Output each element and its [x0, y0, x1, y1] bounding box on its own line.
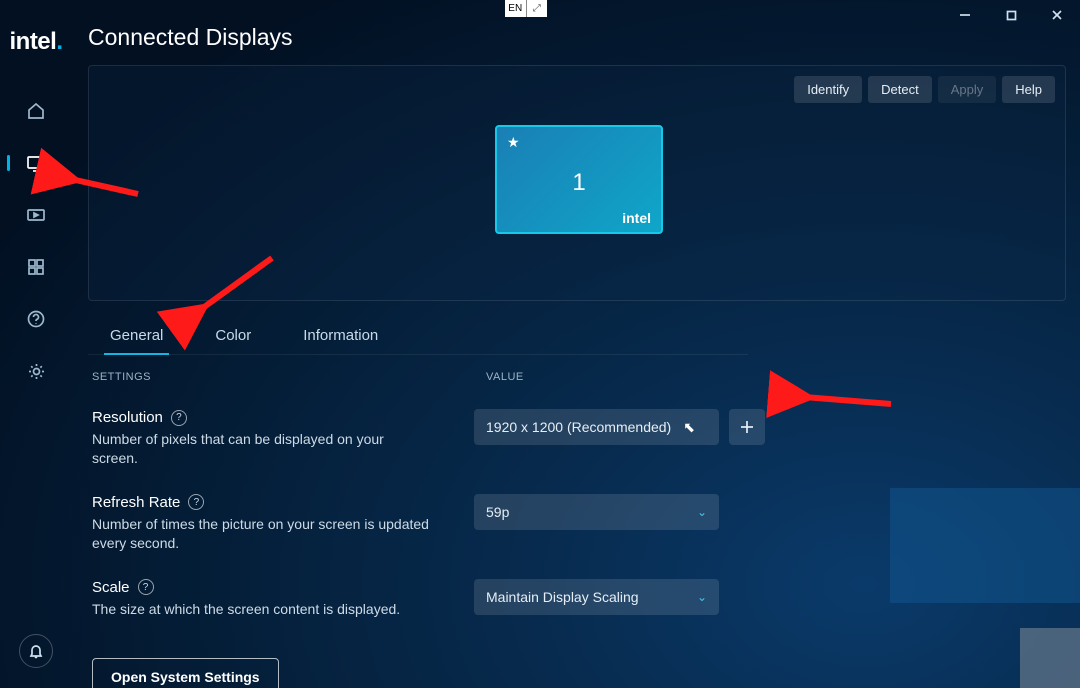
header-settings: SETTINGS — [88, 371, 474, 383]
apply-button: Apply — [938, 76, 997, 103]
identify-button[interactable]: Identify — [794, 76, 862, 103]
sidebar: intel. — [0, 0, 72, 688]
setting-row-resolution: Resolution? Number of pixels that can be… — [88, 409, 1066, 468]
scale-title: Scale — [92, 579, 130, 596]
resolution-value: 1920 x 1200 (Recommended) — [486, 419, 671, 435]
plus-icon — [739, 419, 755, 435]
language-indicator[interactable]: EN ⤢ — [505, 0, 547, 17]
info-icon[interactable]: ? — [138, 579, 154, 595]
chevron-down-icon: ⌄ — [697, 505, 707, 519]
monitor-icon — [26, 153, 46, 173]
refresh-select[interactable]: 59p ⌄ — [474, 494, 719, 530]
notifications-button[interactable] — [19, 634, 53, 668]
settings-tabs: General Color Information — [88, 319, 748, 355]
language-code: EN — [505, 0, 527, 17]
tab-information[interactable]: Information — [301, 319, 380, 354]
brand-logo: intel. — [9, 28, 62, 56]
decorative-square — [890, 488, 1080, 603]
scale-value: Maintain Display Scaling — [486, 589, 639, 605]
display-arrangement-canvas[interactable]: Identify Detect Apply Help ★ 1 intel — [88, 65, 1066, 301]
decorative-square — [1020, 628, 1080, 688]
column-headers: SETTINGS VALUE — [88, 371, 1066, 383]
bell-icon — [28, 643, 44, 659]
tab-color[interactable]: Color — [213, 319, 253, 354]
resolution-title: Resolution — [92, 409, 163, 426]
detect-button[interactable]: Detect — [868, 76, 932, 103]
help-button[interactable]: Help — [1002, 76, 1055, 103]
nav-display[interactable] — [0, 148, 72, 178]
add-custom-resolution-button[interactable] — [729, 409, 765, 445]
nav-grid[interactable] — [0, 252, 72, 282]
lang-expand-icon: ⤢ — [527, 0, 548, 17]
video-icon — [26, 205, 46, 225]
resolution-desc: Number of pixels that can be displayed o… — [92, 430, 432, 468]
mouse-cursor-icon: ⬉ — [683, 419, 695, 436]
nav-help[interactable] — [0, 304, 72, 334]
refresh-value: 59p — [486, 504, 509, 520]
nav-video[interactable] — [0, 200, 72, 230]
refresh-title: Refresh Rate — [92, 494, 180, 511]
primary-display-star-icon: ★ — [507, 134, 520, 151]
help-circle-icon — [27, 310, 45, 328]
scale-select[interactable]: Maintain Display Scaling ⌄ — [474, 579, 719, 615]
resolution-select[interactable]: 1920 x 1200 (Recommended) ⬉ — [474, 409, 719, 445]
nav-settings[interactable] — [0, 356, 72, 386]
header-value: VALUE — [474, 371, 874, 383]
chevron-down-icon: ⌄ — [697, 590, 707, 604]
info-icon[interactable]: ? — [171, 410, 187, 426]
gear-icon — [27, 362, 46, 381]
display-number: 1 — [497, 169, 661, 197]
refresh-desc: Number of times the picture on your scre… — [92, 515, 432, 553]
scale-desc: The size at which the screen content is … — [92, 600, 432, 619]
info-icon[interactable]: ? — [188, 494, 204, 510]
open-system-settings-button[interactable]: Open System Settings — [92, 658, 279, 688]
page-title: Connected Displays — [88, 24, 1066, 51]
display-tile-1[interactable]: ★ 1 intel — [495, 125, 663, 234]
grid-icon — [27, 258, 45, 276]
tab-general[interactable]: General — [108, 319, 165, 354]
nav-home[interactable] — [0, 96, 72, 126]
display-vendor: intel — [622, 210, 651, 226]
home-icon — [26, 101, 46, 121]
